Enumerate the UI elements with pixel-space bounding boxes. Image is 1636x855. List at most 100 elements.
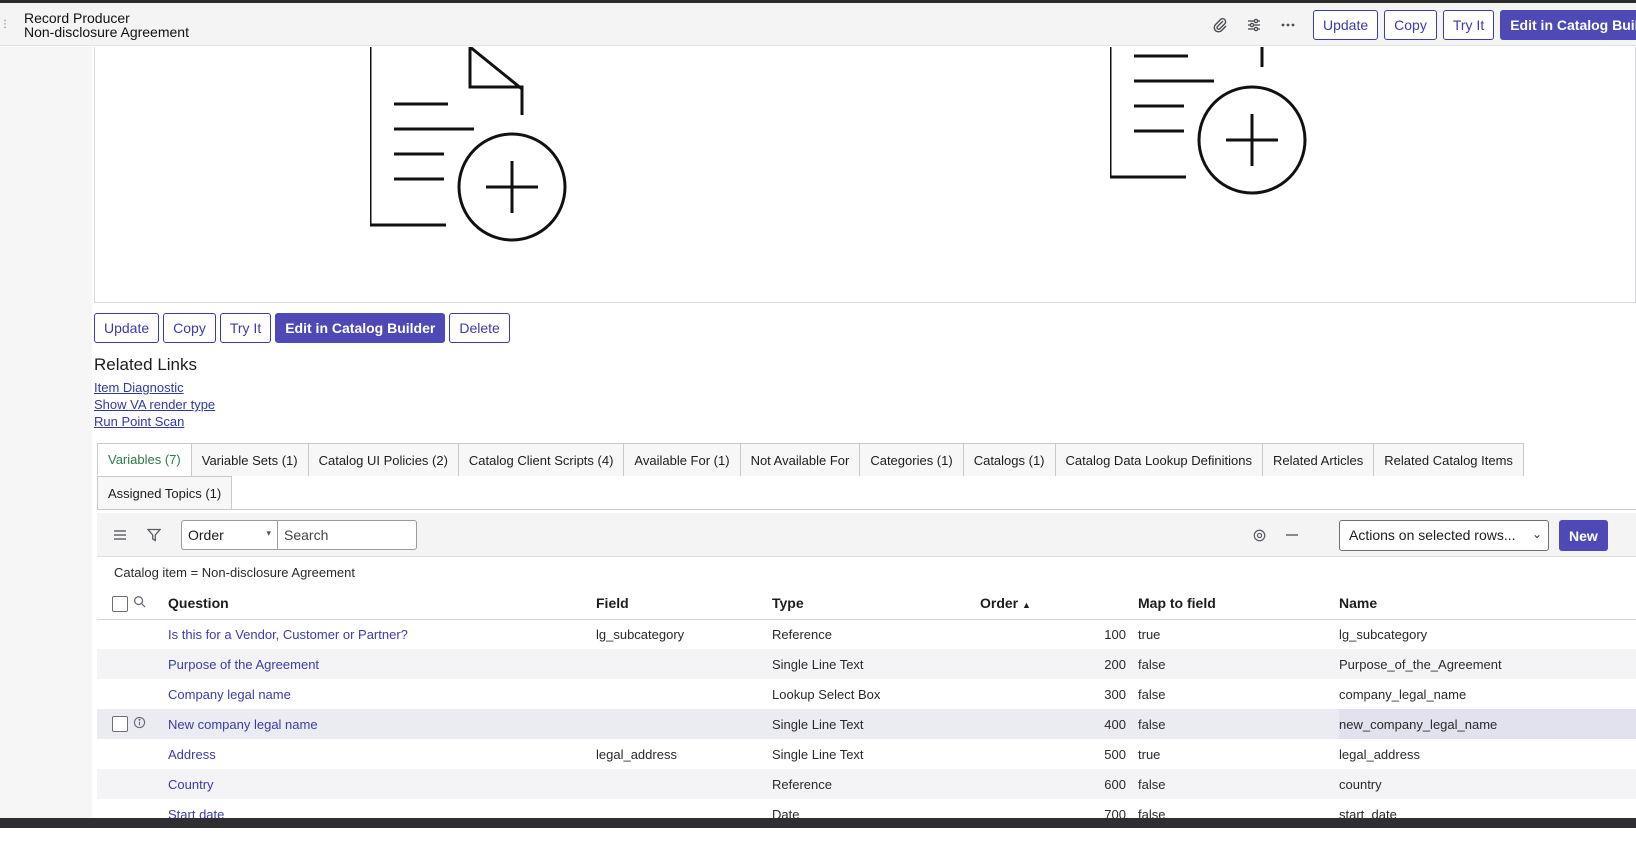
actions-select-value: Actions on selected rows...: [1349, 527, 1516, 543]
map-to-field-cell: true: [1138, 626, 1161, 642]
try-it-button[interactable]: Try It: [219, 313, 272, 343]
link-run-point-scan[interactable]: Run Point Scan: [94, 414, 215, 429]
menu-grip-icon[interactable]: ⋮: [0, 19, 10, 30]
tab-catalog-client-scripts[interactable]: Catalog Client Scripts (4): [457, 443, 625, 476]
name-cell: new_company_legal_name: [1339, 709, 1636, 739]
delete-button[interactable]: Delete: [449, 313, 510, 343]
filter-icon[interactable]: [145, 526, 163, 544]
edit-catalog-builder-button[interactable]: Edit in Catalog Builder: [275, 313, 446, 343]
order-cell: 100: [1104, 626, 1126, 642]
map-to-field-cell: true: [1138, 746, 1161, 762]
caret-down-icon: ▾: [266, 528, 271, 538]
table-row[interactable]: Country Reference 600 false country: [97, 769, 1636, 799]
actions-on-selected-rows-select[interactable]: Actions on selected rows... ⌄: [1339, 520, 1549, 551]
type-cell: Reference: [772, 769, 980, 799]
order-cell: 300: [1104, 686, 1126, 702]
table-row[interactable]: Address legal_address Single Line Text 5…: [97, 739, 1636, 769]
table-header-row: Question Field Type Order ▲ Map to field…: [97, 588, 1636, 620]
header-try-it-button[interactable]: Try It: [1442, 10, 1495, 40]
tab-variable-sets[interactable]: Variable Sets (1): [190, 443, 309, 476]
column-header-map-to-field[interactable]: Map to field: [1138, 588, 1339, 620]
record-name-label: Non-disclosure Agreement: [24, 24, 189, 40]
sort-ascending-icon: ▲: [1022, 600, 1031, 611]
list-breadcrumb[interactable]: Catalog item = Non-disclosure Agreement: [114, 565, 355, 580]
row-checkbox[interactable]: [112, 716, 128, 733]
search-icon[interactable]: [133, 595, 146, 611]
bottom-margin: [0, 828, 1636, 855]
more-icon[interactable]: [1278, 15, 1298, 35]
tab-available-for[interactable]: Available For (1): [623, 443, 741, 476]
header-copy-button[interactable]: Copy: [1384, 10, 1437, 40]
column-header-field[interactable]: Field: [596, 588, 772, 620]
table-row[interactable]: Company legal name Lookup Select Box 300…: [97, 679, 1636, 709]
left-gutter: [0, 47, 92, 827]
select-all-checkbox[interactable]: [112, 595, 128, 612]
table-row[interactable]: New company legal name Single Line Text …: [97, 709, 1636, 739]
type-cell: Lookup Select Box: [772, 686, 881, 702]
order-header-label: Order: [980, 595, 1019, 612]
header-edit-catalog-button[interactable]: Edit in Catalog Builder: [1500, 10, 1636, 40]
search-field-select[interactable]: Order ▾: [181, 520, 277, 550]
question-link[interactable]: Is this for a Vendor, Customer or Partne…: [168, 627, 408, 642]
record-type-label: Record Producer: [24, 10, 130, 26]
tab-catalog-data-lookup-definitions[interactable]: Catalog Data Lookup Definitions: [1054, 443, 1263, 476]
list-toolbar: Order ▾ Actions on selected rows... ⌄ Ne…: [97, 513, 1636, 557]
question-link[interactable]: Address: [168, 747, 216, 762]
type-cell: Single Line Text: [772, 709, 980, 739]
name-cell: company_legal_name: [1339, 686, 1467, 702]
type-cell: Single Line Text: [772, 649, 980, 679]
info-icon[interactable]: [133, 716, 146, 732]
copy-button[interactable]: Copy: [163, 313, 216, 343]
gear-icon[interactable]: [1250, 526, 1268, 544]
tab-related-articles[interactable]: Related Articles: [1261, 443, 1375, 476]
order-cell: 500: [1104, 746, 1126, 762]
form-title: Record Producer Non-disclosure Agreement: [24, 11, 189, 39]
order-cell: 400: [980, 709, 1138, 739]
field-cell: [596, 679, 772, 709]
tab-related-catalog-items[interactable]: Related Catalog Items: [1373, 443, 1524, 476]
name-cell: Purpose_of_the_Agreement: [1339, 649, 1636, 679]
table-row[interactable]: Purpose of the Agreement Single Line Tex…: [97, 649, 1636, 679]
tab-not-available-for[interactable]: Not Available For: [739, 443, 861, 476]
settings-sliders-icon[interactable]: [1244, 15, 1264, 35]
map-to-field-cell: false: [1138, 686, 1166, 702]
map-to-field-cell: false: [1138, 769, 1339, 799]
link-show-va-render-type[interactable]: Show VA render type: [94, 397, 215, 412]
question-link[interactable]: Purpose of the Agreement: [168, 657, 319, 672]
map-to-field-cell: false: [1138, 649, 1339, 679]
variables-table: Question Field Type Order ▲ Map to field…: [97, 588, 1636, 829]
tab-catalog-ui-policies[interactable]: Catalog UI Policies (2): [307, 443, 459, 476]
form-bottom-buttons: Update Copy Try It Edit in Catalog Build…: [94, 313, 510, 343]
window-bottom-bar: [0, 818, 1636, 828]
column-header-order[interactable]: Order ▲: [980, 588, 1138, 620]
name-cell: legal_address: [1339, 746, 1420, 762]
column-header-question[interactable]: Question: [168, 588, 596, 620]
list-search-input[interactable]: [277, 520, 417, 550]
field-cell: [596, 649, 772, 679]
document-add-illustration-secondary: [1110, 47, 1307, 195]
attachment-icon[interactable]: [1210, 15, 1230, 35]
column-header-name[interactable]: Name: [1339, 588, 1636, 620]
list-menu-icon[interactable]: [111, 526, 129, 544]
update-button[interactable]: Update: [94, 313, 160, 343]
tab-catalogs[interactable]: Catalogs (1): [962, 443, 1056, 476]
field-cell: [596, 709, 772, 739]
tab-assigned-topics[interactable]: Assigned Topics (1): [97, 476, 233, 509]
table-row[interactable]: Is this for a Vendor, Customer or Partne…: [97, 619, 1636, 649]
related-links-title: Related Links: [94, 355, 198, 374]
collapse-icon[interactable]: [1283, 526, 1301, 544]
related-links-list: Item Diagnostic Show VA render type Run …: [94, 380, 215, 429]
name-cell: lg_subcategory: [1339, 626, 1428, 642]
question-link[interactable]: Company legal name: [168, 687, 291, 702]
item-preview-panel: [94, 47, 1636, 303]
link-item-diagnostic[interactable]: Item Diagnostic: [94, 380, 215, 395]
question-link[interactable]: Country: [168, 777, 214, 792]
new-button[interactable]: New: [1559, 520, 1608, 551]
type-cell: Single Line Text: [772, 746, 864, 762]
tab-variables[interactable]: Variables (7): [97, 443, 192, 476]
tab-categories[interactable]: Categories (1): [859, 443, 964, 476]
header-update-button[interactable]: Update: [1313, 10, 1379, 40]
question-link[interactable]: New company legal name: [168, 717, 318, 732]
column-header-type[interactable]: Type: [772, 588, 980, 620]
order-cell: 600: [980, 769, 1138, 799]
